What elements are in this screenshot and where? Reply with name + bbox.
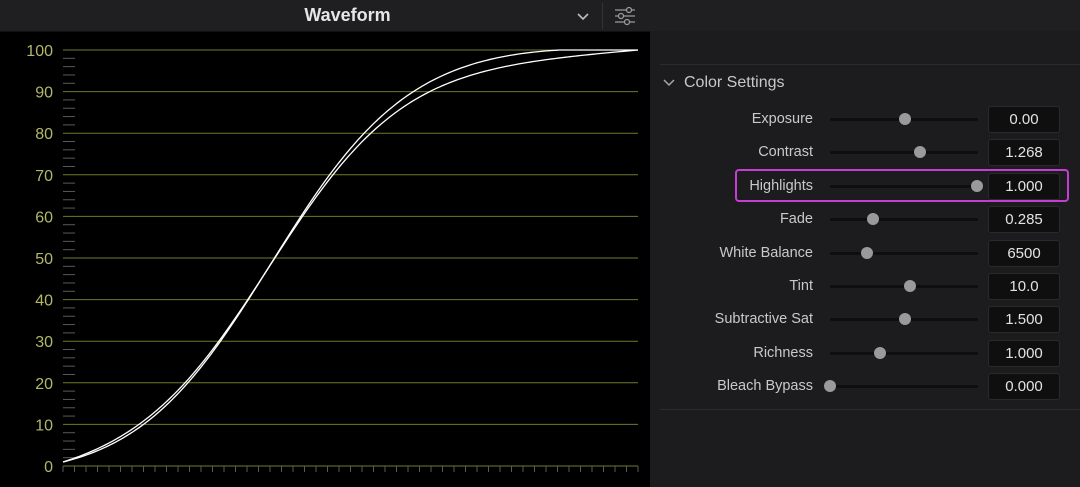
section-divider-bottom [660,409,1080,410]
y-tick-label-60: 60 [35,209,53,226]
highlights-slider[interactable] [830,179,983,192]
exposure-slider[interactable] [830,113,978,125]
param-row-subtractive-sat: Subtractive Sat 1.500 [650,303,1080,336]
scope-settings-sliders-icon[interactable] [610,4,640,28]
highlights-label: Highlights [749,177,813,194]
y-tick-label-100: 100 [26,43,53,60]
fade-value-field[interactable]: 0.285 [988,206,1060,234]
tint-value-field[interactable]: 10.0 [988,273,1060,300]
subtractive-sat-slider-thumb[interactable] [899,313,912,326]
y-tick-label-80: 80 [35,126,53,143]
richness-slider[interactable] [830,346,978,359]
tint-slider[interactable] [830,280,978,292]
fade-slider[interactable] [830,213,978,226]
bleach-bypass-label: Bleach Bypass [717,378,813,395]
subtractive-sat-label: Subtractive Sat [714,311,813,328]
y-tick-label-30: 30 [35,334,53,351]
subtractive-sat-value-field[interactable]: 1.500 [988,306,1060,334]
section-title: Color Settings [684,74,785,91]
param-row-highlights: Highlights 1.000 [650,170,1080,203]
waveform-header: Waveform [0,0,650,32]
bleach-bypass-value-field[interactable]: 0.000 [988,373,1060,401]
white-balance-slider-thumb[interactable] [861,246,873,259]
contrast-slider-thumb[interactable] [914,146,927,159]
tint-slider-thumb[interactable] [903,280,916,292]
param-row-bleach-bypass: Bleach Bypass 0.000 [650,370,1080,403]
highlights-value-field[interactable]: 1.000 [988,172,1060,200]
param-row-tint: Tint 10.0 [650,270,1080,303]
exposure-value-field[interactable]: 0.00 [988,106,1060,133]
richness-slider-thumb[interactable] [874,346,887,359]
contrast-label: Contrast [758,144,813,161]
param-row-richness: Richness 1.000 [650,337,1080,370]
param-row-fade: Fade 0.285 [650,203,1080,236]
exposure-label: Exposure [751,111,813,127]
y-tick-label-70: 70 [35,168,53,185]
tint-label: Tint [789,278,813,294]
white-balance-label: White Balance [719,244,814,261]
header-divider [602,3,603,29]
y-tick-label-20: 20 [35,376,53,393]
color-settings-section-header[interactable]: Color Settings [662,70,785,96]
y-tick-label-0: 0 [44,459,53,476]
waveform-panel: Waveform 100 90 80 70 60 50 40 30 20 10 0 [0,0,650,487]
panel-top-bar [650,0,1080,31]
richness-value-field[interactable]: 1.000 [988,339,1060,367]
bleach-bypass-slider-thumb[interactable] [824,380,836,393]
fade-slider-thumb[interactable] [866,213,879,226]
color-settings-panel: Color Settings Exposure 0.00 Contrast 1.268… [650,0,1080,487]
param-row-exposure: Exposure 0.00 [650,103,1080,136]
bleach-bypass-slider[interactable] [824,380,978,393]
contrast-value-field[interactable]: 1.268 [988,139,1060,167]
white-balance-value-field[interactable]: 6500 [988,239,1060,267]
section-divider-top [660,64,1080,65]
contrast-slider[interactable] [830,146,978,159]
scope-dropdown-chevron-icon[interactable] [572,6,594,26]
waveform-plot: 100 90 80 70 60 50 40 30 20 10 0 [0,32,650,487]
subtractive-sat-slider[interactable] [830,313,978,326]
y-tick-label-90: 90 [35,85,53,102]
richness-label: Richness [753,344,813,361]
white-balance-slider[interactable] [830,246,978,259]
fade-label: Fade [779,211,813,228]
y-tick-label-50: 50 [35,251,53,268]
waveform-svg: 1009080706050403020100 [26,43,639,476]
highlights-slider-thumb[interactable] [970,179,983,192]
param-row-contrast: Contrast 1.268 [650,136,1080,169]
param-row-white-balance: White Balance 6500 [650,237,1080,270]
y-tick-label-10: 10 [35,417,53,434]
chevron-down-icon [663,79,675,87]
waveform-trace-1 [62,49,638,463]
waveform-trace-2 [62,49,639,463]
y-tick-label-40: 40 [35,293,53,310]
exposure-slider-thumb[interactable] [899,113,912,125]
